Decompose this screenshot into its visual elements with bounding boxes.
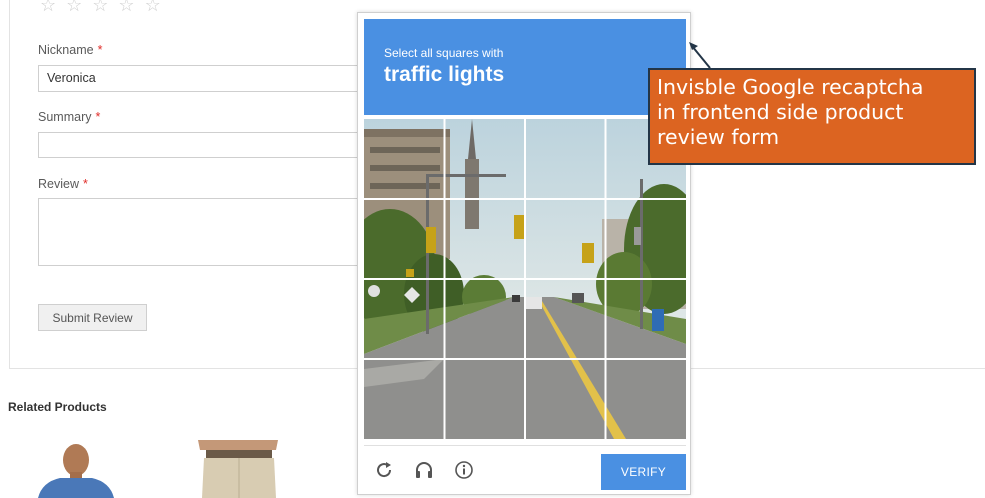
rating-stars[interactable]: ☆ ☆ ☆ ☆ ☆ bbox=[40, 0, 161, 14]
captcha-instruction: Select all squares with bbox=[384, 46, 504, 60]
star-icon[interactable]: ☆ bbox=[118, 0, 134, 14]
star-icon[interactable]: ☆ bbox=[145, 0, 161, 14]
recaptcha-footer: VERIFY bbox=[364, 445, 686, 490]
summary-label: Summary * bbox=[38, 110, 100, 124]
annotation-callout: Invisble Google recaptcha in frontend si… bbox=[648, 68, 976, 165]
captcha-target-text: traffic lights bbox=[384, 63, 505, 86]
audio-headphones-icon[interactable] bbox=[414, 460, 434, 480]
related-products-heading: Related Products bbox=[8, 400, 107, 414]
submit-review-button[interactable]: Submit Review bbox=[38, 304, 147, 331]
annotation-line: in frontend side product bbox=[657, 100, 904, 124]
review-label: Review * bbox=[38, 177, 88, 191]
annotation-line: review form bbox=[657, 125, 780, 149]
star-icon[interactable]: ☆ bbox=[40, 0, 56, 14]
nickname-input[interactable]: Veronica bbox=[38, 65, 368, 92]
summary-label-text: Summary bbox=[38, 110, 92, 124]
required-marker: * bbox=[83, 177, 88, 191]
recaptcha-header: Select all squares with traffic lights bbox=[364, 19, 686, 115]
recaptcha-challenge-dialog: Select all squares with traffic lights V… bbox=[357, 12, 691, 495]
review-textarea[interactable] bbox=[38, 198, 368, 266]
verify-button[interactable]: VERIFY bbox=[601, 454, 686, 490]
nickname-value: Veronica bbox=[47, 71, 96, 85]
reload-icon[interactable] bbox=[374, 460, 394, 480]
required-marker: * bbox=[97, 43, 103, 57]
captcha-grid-lines bbox=[364, 119, 686, 439]
annotation-arrow bbox=[689, 42, 711, 69]
info-icon[interactable] bbox=[454, 460, 474, 480]
product-thumbnail-pants[interactable] bbox=[190, 440, 285, 498]
nickname-label: Nickname * bbox=[38, 43, 102, 57]
nickname-label-text: Nickname bbox=[38, 43, 94, 57]
review-label-text: Review bbox=[38, 177, 79, 191]
required-marker: * bbox=[95, 110, 101, 124]
captcha-image-grid[interactable] bbox=[364, 119, 686, 439]
star-icon[interactable]: ☆ bbox=[92, 0, 108, 14]
star-icon[interactable]: ☆ bbox=[66, 0, 82, 14]
summary-input[interactable] bbox=[38, 132, 368, 158]
annotation-line: Invisble Google recaptcha bbox=[657, 75, 924, 99]
product-thumbnail-tee[interactable] bbox=[30, 440, 120, 498]
